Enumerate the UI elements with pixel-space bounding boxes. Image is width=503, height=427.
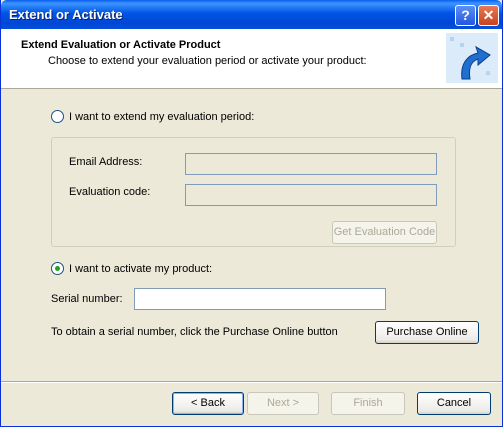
extend-activate-dialog: Extend or Activate ? ✕ Extend Evaluation… <box>0 0 503 427</box>
activate-radio[interactable]: I want to activate my product: <box>51 262 212 275</box>
extend-radio-button[interactable] <box>51 110 64 123</box>
purchase-online-button[interactable]: Purchase Online <box>375 321 479 344</box>
footer-separator <box>1 381 502 383</box>
email-label: Email Address: <box>69 156 143 168</box>
close-button[interactable]: ✕ <box>478 5 499 26</box>
activate-radio-label: I want to activate my product: <box>69 262 213 275</box>
email-field[interactable] <box>185 153 437 175</box>
finish-button[interactable]: Finish <box>331 392 405 415</box>
evaluation-code-label: Evaluation code: <box>69 186 151 198</box>
wizard-header: Extend Evaluation or Activate Product Ch… <box>1 29 502 89</box>
title-bar[interactable]: Extend or Activate ? ✕ <box>1 0 502 29</box>
header-subtitle: Choose to extend your evaluation period … <box>48 55 367 67</box>
purchase-hint: To obtain a serial number, click the Pur… <box>51 326 338 338</box>
serial-number-field[interactable] <box>134 288 386 310</box>
help-button[interactable]: ? <box>455 5 476 26</box>
window-title: Extend or Activate <box>9 7 123 22</box>
extend-radio-label: I want to extend my evaluation period: <box>69 110 255 123</box>
cancel-button[interactable]: Cancel <box>417 392 491 415</box>
activate-radio-button[interactable] <box>51 262 64 275</box>
back-button[interactable]: < Back <box>172 392 244 415</box>
next-button[interactable]: Next > <box>247 392 319 415</box>
serial-number-label: Serial number: <box>51 293 123 305</box>
evaluation-code-field[interactable] <box>185 184 437 206</box>
header-title: Extend Evaluation or Activate Product <box>21 39 221 51</box>
extend-radio[interactable]: I want to extend my evaluation period: <box>51 110 254 123</box>
upgrade-arrow-icon <box>446 33 498 83</box>
get-evaluation-code-button[interactable]: Get Evaluation Code <box>332 221 437 244</box>
